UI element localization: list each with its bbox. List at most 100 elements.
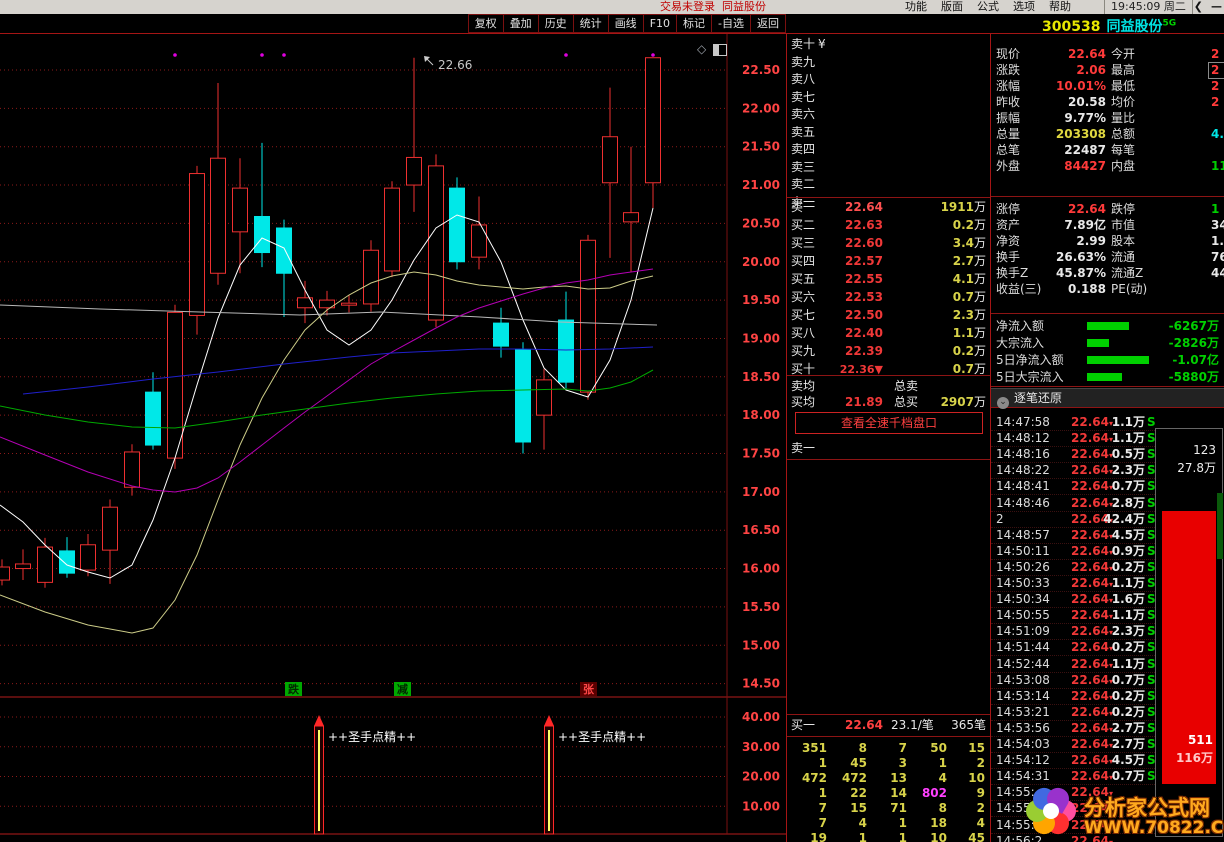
toolbar-item[interactable]: 叠加 bbox=[503, 14, 538, 33]
window-menu-item[interactable]: 选项 bbox=[1013, 0, 1035, 14]
flow-value: -6267万 bbox=[1139, 318, 1219, 334]
buy-queue-row[interactable]: 买九22.390.2万 bbox=[787, 343, 990, 360]
window-split-icon[interactable] bbox=[713, 44, 727, 56]
toolbar-item[interactable]: 返回 bbox=[750, 14, 786, 33]
buy-row-price: 22.60 bbox=[827, 235, 883, 252]
window-menu-item[interactable]: 版面 bbox=[941, 0, 963, 14]
sell-queue-row[interactable]: 卖八 bbox=[787, 71, 990, 88]
sell-queue-row[interactable]: 卖六 bbox=[787, 106, 990, 123]
window-menu-item[interactable]: 帮助 bbox=[1049, 0, 1071, 14]
window-control-button[interactable]: ❮ bbox=[1194, 0, 1203, 14]
tick-volume: 4.5万 bbox=[1103, 752, 1145, 768]
trade-detail-cell: 8 bbox=[829, 741, 867, 756]
tick-volume: 2.8万 bbox=[1103, 495, 1145, 511]
tick-restore-header[interactable]: ⌄逐笔还原 bbox=[991, 388, 1224, 408]
buy-queue-row[interactable]: 买八22.401.1万 bbox=[787, 325, 990, 342]
sell-queue-row[interactable]: 卖十¥ bbox=[787, 36, 990, 53]
title-bar: 交易未登录 同益股份 功能版面公式选项帮助 19:45:09 周二 ❮ — bbox=[0, 0, 1224, 15]
trade-detail-cell: 4 bbox=[909, 771, 947, 786]
buy-queue-row[interactable]: 买七22.502.3万 bbox=[787, 307, 990, 324]
sell-row-label: 卖二 bbox=[791, 176, 815, 193]
tick-row[interactable]: 14:48:2222.64▾2.3万S bbox=[991, 462, 1155, 479]
toolbar-item[interactable]: F10 bbox=[643, 14, 676, 33]
tick-row[interactable]: 14:51:4422.64▾0.2万S bbox=[991, 639, 1155, 656]
tick-row[interactable]: 14:53:0822.64▾0.7万S bbox=[991, 672, 1155, 689]
tick-time: 2 bbox=[996, 511, 1004, 527]
tick-row[interactable]: 14:53:2122.64▾0.2万S bbox=[991, 704, 1155, 721]
tick-row[interactable]: 14:53:1422.64▾0.2万S bbox=[991, 688, 1155, 705]
toolbar-item[interactable]: -自选 bbox=[711, 14, 750, 33]
buy-queue-row[interactable]: 买一22.641911万 bbox=[787, 199, 990, 216]
trade-detail-cell: 351 bbox=[789, 741, 827, 756]
quote-label: 最高 bbox=[1111, 62, 1135, 78]
full-depth-link[interactable]: 查看全速千档盘口 bbox=[795, 412, 983, 434]
tick-row[interactable]: 14:52:4422.64▾1.1万S bbox=[991, 656, 1155, 673]
order-book-panel: 卖十¥卖九卖八卖七卖六卖五卖四卖三卖二卖一买一22.641911万买二22.63… bbox=[787, 33, 990, 842]
buy-queue-row[interactable]: 买三22.603.4万 bbox=[787, 235, 990, 252]
tick-row[interactable]: 14:48:1622.64▾0.5万S bbox=[991, 446, 1155, 463]
sell-queue-row[interactable]: 卖七 bbox=[787, 89, 990, 106]
tick-row[interactable]: 14:48:1222.64▾1.1万S bbox=[991, 430, 1155, 447]
diamond-icon[interactable]: ◇ bbox=[697, 42, 706, 56]
tick-row[interactable]: 14:48:4122.64▾0.7万S bbox=[991, 478, 1155, 495]
tick-row[interactable]: 14:50:2622.64▾0.2万S bbox=[991, 559, 1155, 576]
tick-row[interactable]: 222.64▾42.4万S bbox=[991, 511, 1155, 528]
flow-bar bbox=[1087, 322, 1129, 330]
tick-row[interactable]: 14:48:5722.64▾4.5万S bbox=[991, 527, 1155, 544]
tick-time: 14:48:22 bbox=[996, 462, 1050, 478]
sell-row-label: 卖三 bbox=[791, 159, 815, 176]
tick-row[interactable]: 14:50:3322.64▾1.1万S bbox=[991, 575, 1155, 592]
quote-row: 净资2.99股本1. bbox=[991, 233, 1224, 249]
sell-queue-row[interactable]: 卖五 bbox=[787, 124, 990, 141]
toolbar-item[interactable]: 画线 bbox=[608, 14, 643, 33]
svg-text:20.00: 20.00 bbox=[742, 255, 780, 269]
tick-row[interactable]: 14:53:5622.64▾2.7万S bbox=[991, 720, 1155, 737]
sell-queue-row[interactable]: 卖九 bbox=[787, 54, 990, 71]
window-menu-item[interactable]: 公式 bbox=[977, 0, 999, 14]
buy-row-label: 买八 bbox=[791, 325, 815, 342]
tick-row[interactable]: 14:51:0922.64▾2.3万S bbox=[991, 623, 1155, 640]
sell-queue-row[interactable]: 卖二 bbox=[787, 176, 990, 193]
trade-detail-cell: 4 bbox=[829, 816, 867, 831]
tick-time: 14:54:12 bbox=[996, 752, 1050, 768]
tick-row[interactable]: 14:50:3422.64▾1.6万S bbox=[991, 591, 1155, 608]
toolbar-item[interactable]: 历史 bbox=[538, 14, 573, 33]
window-control-button[interactable]: — bbox=[1211, 0, 1222, 14]
tick-row[interactable]: 14:54:1222.64▾4.5万S bbox=[991, 752, 1155, 769]
window-menu-item[interactable]: 功能 bbox=[905, 0, 927, 14]
trade-detail-cell: 9 bbox=[947, 786, 985, 801]
clock: 19:45:09 周二 bbox=[1104, 0, 1193, 14]
tick-row[interactable]: 14:47:5822.64▾1.1万S bbox=[991, 414, 1155, 431]
toolbar-item[interactable]: 统计 bbox=[573, 14, 608, 33]
buy-queue-row[interactable]: 买二22.630.2万 bbox=[787, 217, 990, 234]
tick-volume: 42.4万 bbox=[1103, 511, 1145, 527]
tick-row[interactable]: 14:54:0322.64▾2.7万S bbox=[991, 736, 1155, 753]
window-title: 交易未登录 同益股份 bbox=[660, 0, 766, 14]
queue-count: 123 bbox=[1160, 443, 1216, 457]
tick-row[interactable]: 14:50:1122.64▾0.9万S bbox=[991, 543, 1155, 560]
trading-app: 交易未登录 同益股份 功能版面公式选项帮助 19:45:09 周二 ❮ — 复权叠… bbox=[0, 0, 1224, 842]
buy-queue-row[interactable]: 买六22.530.7万 bbox=[787, 289, 990, 306]
tick-row[interactable]: 14:48:4622.64▾2.8万S bbox=[991, 495, 1155, 512]
quote-value: 0.188 bbox=[1036, 281, 1106, 297]
quote-value-clipped: 76 bbox=[1211, 249, 1224, 265]
tick-time: 14:48:16 bbox=[996, 446, 1050, 462]
trade-detail-cell: 71 bbox=[869, 801, 907, 816]
buy-queue-row[interactable]: 买五22.554.1万 bbox=[787, 271, 990, 288]
tick-time: 14:52:44 bbox=[996, 656, 1050, 672]
divider bbox=[787, 197, 990, 198]
trade-detail-cell: 19 bbox=[789, 831, 827, 842]
sell-queue-row[interactable]: 卖四 bbox=[787, 141, 990, 158]
tick-volume: 2.7万 bbox=[1103, 720, 1145, 736]
quote-row: 现价22.64今开2 bbox=[991, 46, 1224, 62]
svg-text:19.50: 19.50 bbox=[742, 293, 780, 307]
toolbar-item[interactable]: 标记 bbox=[676, 14, 711, 33]
sell-queue-row[interactable]: 卖三 bbox=[787, 159, 990, 176]
buy-queue-row[interactable]: 买四22.572.7万 bbox=[787, 253, 990, 270]
quote-label: 今开 bbox=[1111, 46, 1135, 62]
toolbar-item[interactable]: 复权 bbox=[468, 14, 503, 33]
kline-chart[interactable]: 22.5022.0021.5021.0020.5020.0019.5019.00… bbox=[0, 33, 786, 842]
tick-time: 14:50:33 bbox=[996, 575, 1050, 591]
divider bbox=[787, 736, 990, 737]
tick-row[interactable]: 14:50:5522.64▾1.1万S bbox=[991, 607, 1155, 624]
